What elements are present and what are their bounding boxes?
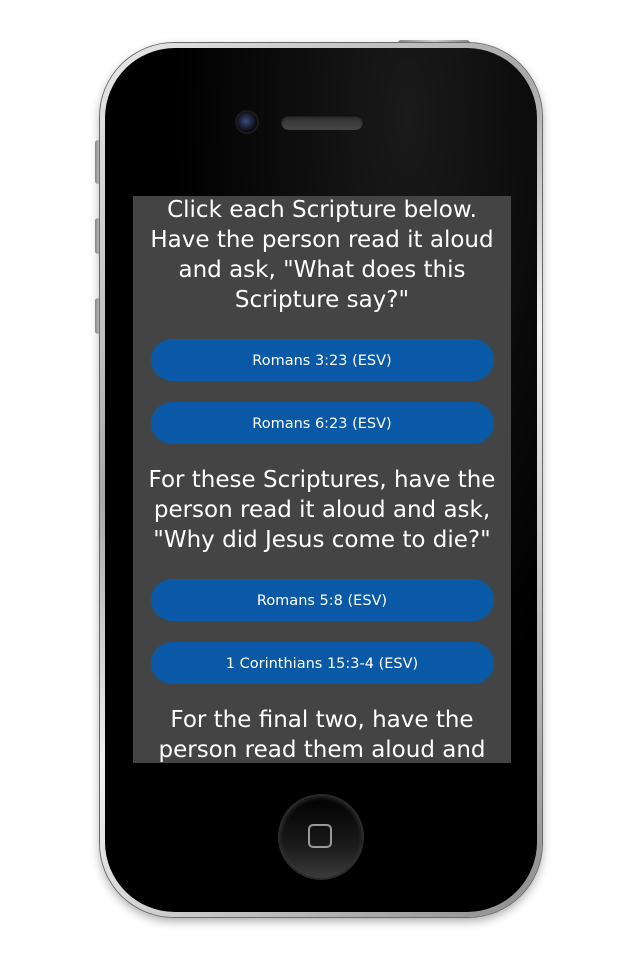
final-instruction: For the final two, have the person read … — [158, 707, 486, 763]
intro-instruction: Click each Scripture below. Have the per… — [150, 197, 494, 313]
scripture-button-romans-6-23[interactable]: Romans 6:23 (ESV) — [150, 402, 494, 444]
device-mockup: Click each Scripture below. Have the per… — [0, 0, 640, 960]
scripture-button-1-corinthians-15-3-4[interactable]: 1 Corinthians 15:3-4 (ESV) — [150, 642, 494, 684]
app-screen[interactable]: Click each Scripture below. Have the per… — [133, 196, 511, 763]
home-square-icon — [308, 824, 332, 848]
scripture-list: Click each Scripture below. Have the per… — [133, 196, 511, 763]
middle-instruction: For these Scriptures, have the person re… — [148, 467, 496, 553]
scripture-button-romans-5-8[interactable]: Romans 5:8 (ESV) — [150, 579, 494, 621]
front-camera-icon — [237, 112, 257, 132]
scripture-button-romans-3-23[interactable]: Romans 3:23 (ESV) — [150, 339, 494, 381]
earpiece-speaker — [281, 115, 363, 130]
